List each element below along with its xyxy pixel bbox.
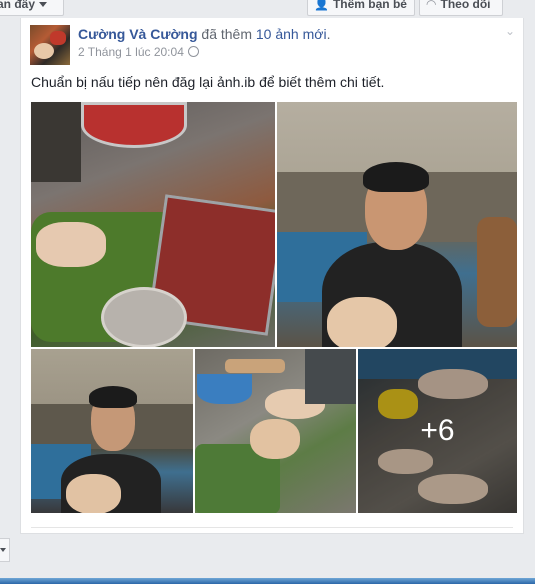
add-friend-button[interactable]: 👤 Thêm bạn bè — [307, 0, 415, 16]
post-timestamp[interactable]: 2 Tháng 1 lúc 20:04 — [78, 45, 184, 59]
divider — [31, 527, 513, 528]
post-menu-chevron-down-icon[interactable]: ⌄ — [505, 24, 515, 38]
basket-shape — [477, 217, 517, 327]
chevron-down-icon — [39, 2, 48, 8]
post-header: Cường Và Cường đã thêm 10 ảnh mới. — [78, 26, 330, 42]
sticks-shape — [225, 359, 285, 373]
animal-shape — [327, 297, 397, 347]
photo-2[interactable] — [277, 102, 517, 347]
photo-1[interactable] — [31, 102, 275, 347]
follow-button[interactable]: ◠ Theo dõi — [419, 0, 503, 16]
more-photos-overlay[interactable]: +6 — [358, 349, 517, 513]
bottom-dropdown[interactable] — [0, 538, 10, 562]
avatar[interactable] — [30, 25, 70, 65]
avatar-shape — [34, 43, 54, 59]
top-bar: an đây 👤 Thêm bạn bè ◠ Theo dõi — [0, 0, 535, 18]
chevron-down-icon — [0, 548, 6, 552]
feed-filter-label: an đây — [0, 0, 36, 11]
taskbar — [0, 578, 535, 584]
post-timestamp-row: 2 Tháng 1 lúc 20:04 — [78, 45, 199, 59]
author-link[interactable]: Cường Và Cường — [78, 26, 198, 42]
basin-shape — [197, 374, 252, 404]
action-prefix: đã thêm — [201, 26, 252, 42]
add-friend-label: Thêm bạn bè — [332, 0, 407, 11]
action-suffix: . — [326, 26, 331, 42]
feed-filter-dropdown[interactable]: an đây — [0, 0, 64, 16]
hair-shape — [89, 386, 137, 408]
person-shape — [31, 102, 81, 182]
post-text: Chuẩn bị nấu tiếp nên đăg lại ảnh.ib để … — [31, 74, 385, 90]
post-card: Cường Và Cường đã thêm 10 ảnh mới. 2 Thá… — [20, 18, 524, 534]
animal-shape — [66, 474, 121, 513]
rss-icon: ◠ — [426, 0, 437, 11]
photo-count-link[interactable]: 10 ảnh mới — [256, 26, 327, 42]
hair-shape — [363, 162, 429, 192]
carcass-shape — [250, 419, 300, 459]
globe-icon — [187, 46, 199, 57]
basin-shape — [101, 287, 187, 347]
page-background — [0, 534, 535, 578]
avatar-shape — [50, 31, 66, 45]
stone-shape — [305, 349, 356, 404]
photo-4[interactable] — [195, 349, 356, 513]
bowl-shape — [81, 102, 187, 148]
photo-5[interactable]: +6 — [358, 349, 517, 513]
add-friend-icon: 👤 — [314, 0, 329, 11]
follow-label: Theo dõi — [440, 0, 491, 11]
carcass-shape — [36, 222, 106, 267]
photo-3[interactable] — [31, 349, 193, 513]
